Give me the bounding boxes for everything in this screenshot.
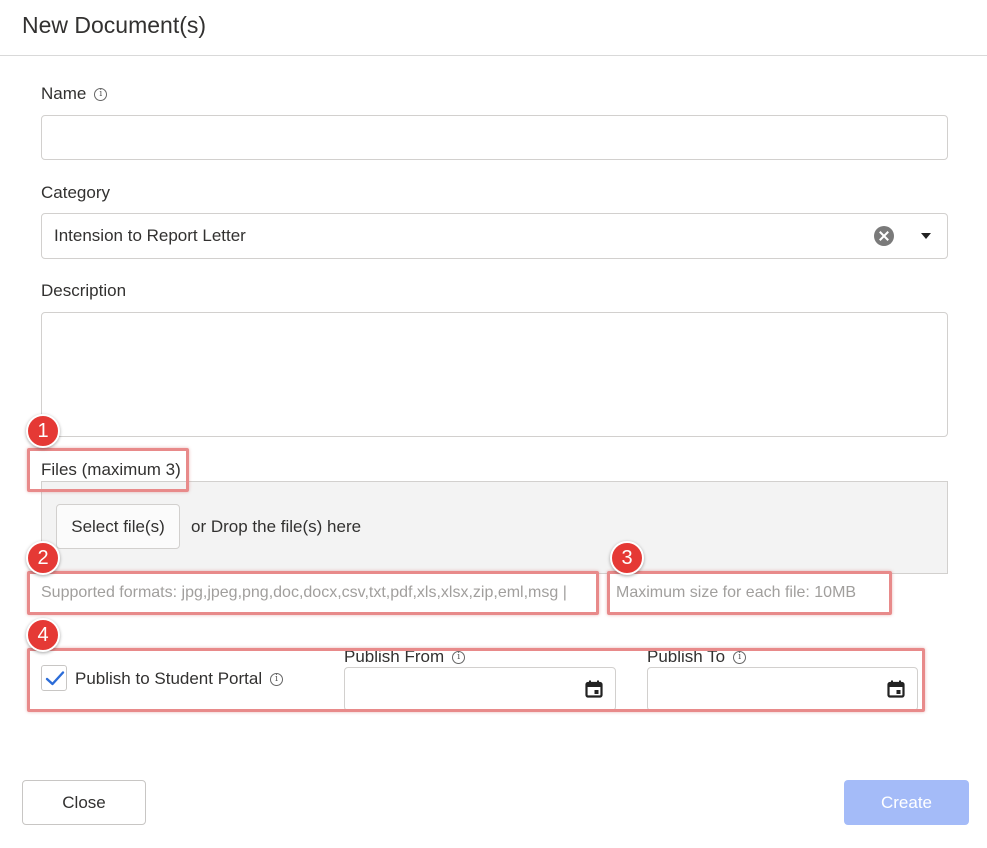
drop-files-text: or Drop the file(s) here [191,517,362,536]
annotation-badge-2: 2 [26,541,60,575]
close-button[interactable]: Close [22,780,146,825]
annotation-box-3 [607,571,892,615]
annotation-badge-3: 3 [610,541,644,575]
annotation-badge-4: 4 [26,618,60,652]
name-input[interactable] [41,115,948,160]
caret-down-icon[interactable] [921,233,931,239]
annotation-badge-1: 1 [26,414,60,448]
annotation-box-1 [27,448,189,492]
category-select[interactable]: Intension to Report Letter [41,213,948,259]
select-files-button[interactable]: Select file(s) [56,504,180,549]
description-textarea[interactable] [41,312,948,437]
create-button[interactable]: Create [844,780,969,825]
info-icon[interactable]: i [94,88,108,101]
description-label: Description [41,281,127,300]
dialog-header: New Document(s) [0,0,987,56]
clear-circle-icon[interactable] [874,226,894,246]
name-label: Name [41,84,87,103]
file-dropzone[interactable]: Select file(s) or Drop the file(s) here [41,481,948,574]
category-label: Category [41,183,110,202]
category-selected-value: Intension to Report Letter [54,226,246,245]
annotation-box-2 [27,571,599,615]
name-label-row: Name i [41,84,108,104]
dialog-title: New Document(s) [22,12,207,38]
annotation-box-4 [27,648,925,712]
